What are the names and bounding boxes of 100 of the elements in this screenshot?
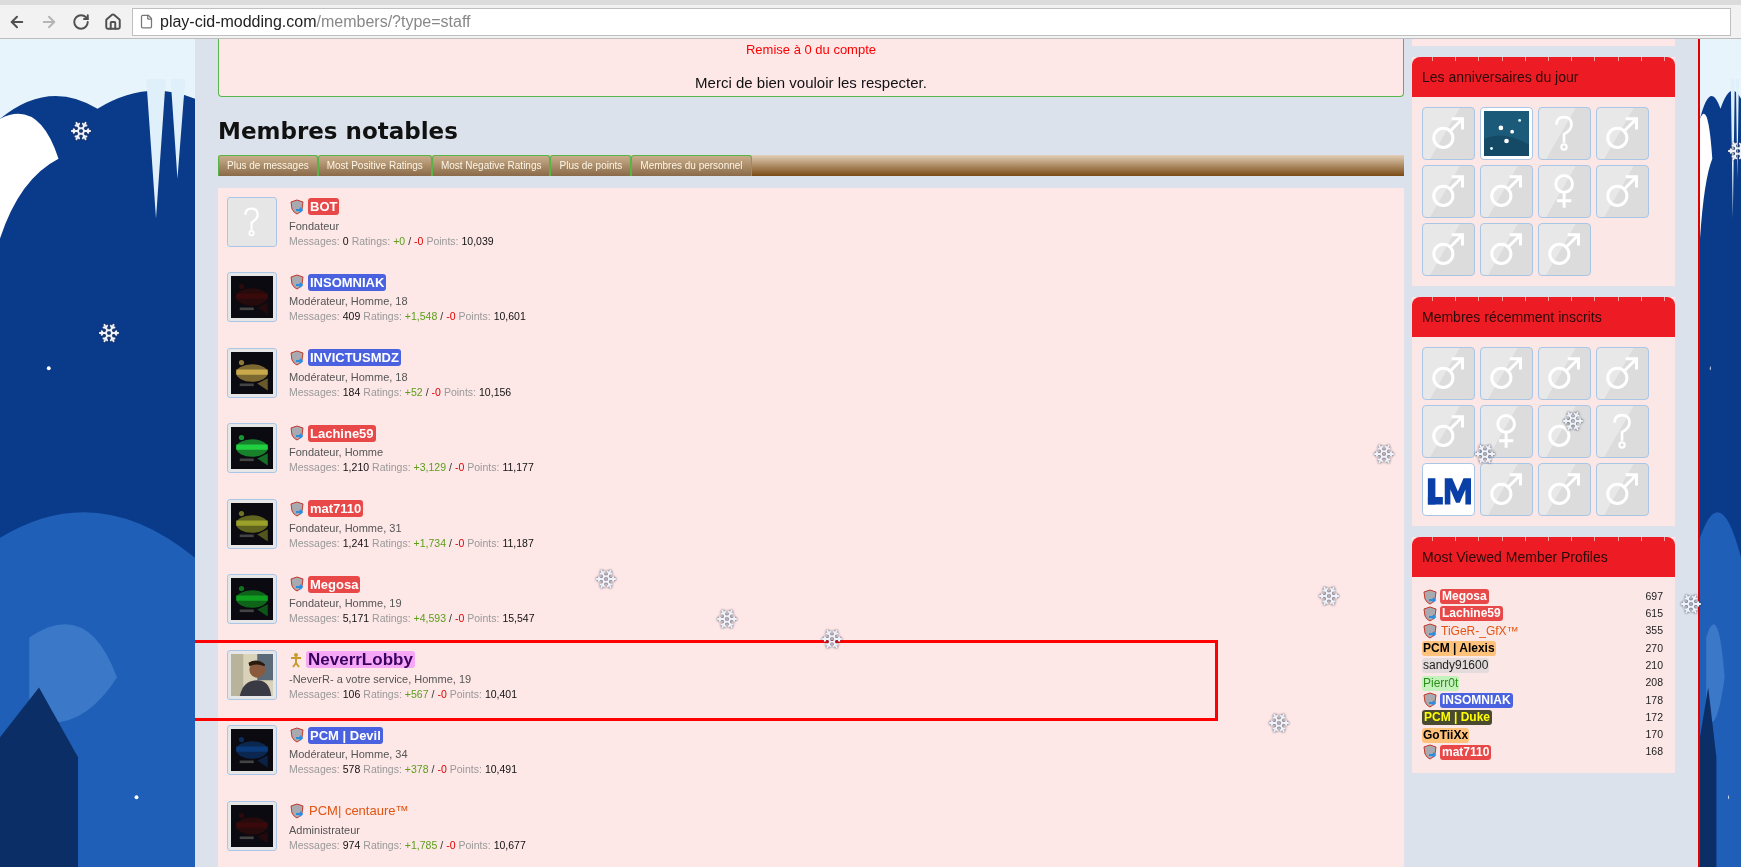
member-name-link[interactable]: Megosa [308, 575, 361, 593]
avatar-tile[interactable] [1596, 165, 1649, 218]
stat-label: Points: [458, 309, 491, 324]
stat-label: Points: [449, 686, 482, 702]
avatar-tile[interactable] [1538, 165, 1591, 218]
rating-separator: / [431, 762, 435, 777]
avatar-tile[interactable] [1480, 405, 1533, 458]
stat-label: Ratings: [363, 309, 402, 324]
member-name-link[interactable]: GoTiiXx [1422, 727, 1470, 743]
avatar-tile[interactable] [1422, 107, 1475, 160]
avatar-tile[interactable] [1422, 165, 1475, 218]
member-name-link[interactable]: PCM | Duke [1422, 710, 1493, 726]
member-avatar[interactable] [227, 649, 277, 700]
member-avatar[interactable] [227, 574, 277, 624]
shield-icon [289, 500, 305, 517]
rating-separator: / [425, 384, 429, 400]
avatar-tile[interactable] [1480, 223, 1533, 276]
member-name-link[interactable]: Pierr0t [1422, 675, 1460, 691]
negative-rating: -0 [446, 837, 456, 853]
negative-rating: -0 [431, 384, 441, 400]
member-name-link[interactable]: Megosa [1440, 589, 1489, 605]
tab[interactable]: Membres du personnel [631, 155, 752, 176]
view-count: 355 [1645, 623, 1664, 639]
stat-value: 10,677 [493, 837, 526, 853]
rating-separator: / [431, 686, 435, 702]
tab[interactable]: Plus de messages [218, 155, 318, 176]
avatar-tile[interactable] [1422, 463, 1475, 516]
shield-icon [1422, 692, 1438, 709]
rating-separator: / [440, 309, 444, 324]
member-avatar[interactable] [227, 498, 277, 549]
avatar-tile[interactable] [1538, 405, 1591, 458]
shield-icon [289, 802, 305, 819]
avatar-tile[interactable] [1596, 107, 1649, 160]
view-count: 210 [1645, 657, 1664, 673]
tab[interactable]: Most Positive Ratings [317, 155, 432, 176]
shield-icon [289, 727, 305, 743]
stat-label: Points: [449, 762, 482, 777]
snowflake-icon [1562, 410, 1584, 432]
stat-value: 15,547 [502, 611, 535, 626]
member-name-link[interactable]: PCM| centaure™ [308, 802, 410, 819]
avatar-tile[interactable] [1538, 463, 1591, 516]
member-name-link[interactable]: INVICTUSMDZ [308, 349, 401, 366]
member-avatar[interactable] [227, 800, 277, 851]
tab[interactable]: Most Negative Ratings [431, 155, 551, 176]
snowflake-icon [716, 608, 738, 630]
avatar-tile[interactable] [1596, 463, 1649, 516]
avatar-tile[interactable] [1596, 405, 1649, 458]
member-avatar[interactable] [227, 725, 277, 775]
tab[interactable]: Plus de points [550, 155, 632, 176]
member-title: Fondateur [289, 218, 341, 234]
stat-label: Ratings: [363, 384, 402, 400]
shield-icon [289, 198, 305, 215]
member-avatar[interactable] [227, 272, 277, 322]
positive-rating: +1,785 [404, 837, 438, 853]
member-name-link[interactable]: PCM | Alexis [1422, 641, 1496, 657]
avatar-tile[interactable] [1480, 463, 1533, 516]
stat-label: Messages: [289, 611, 340, 626]
positive-rating: +1,734 [413, 535, 446, 551]
member-avatar[interactable] [227, 423, 277, 473]
member-name-link[interactable]: NeverrLobby [306, 651, 415, 668]
stat-value: 578 [342, 762, 361, 777]
negative-rating: -0 [437, 686, 447, 702]
member-avatar[interactable] [227, 347, 277, 398]
shield-icon [289, 274, 305, 290]
avatar-tile[interactable] [1538, 347, 1591, 400]
member-name-link[interactable]: mat7110 [308, 500, 364, 517]
snowflake-icon [595, 568, 617, 590]
member-name-link[interactable]: INSOMNIAK [1440, 692, 1513, 708]
notice-text: Merci de bien vouloir les respecter. [695, 73, 927, 93]
member-name-link[interactable]: mat7110 [1440, 744, 1492, 760]
avatar-tile[interactable] [1422, 347, 1475, 400]
avatar-tile[interactable] [1538, 107, 1591, 160]
avatar-tile[interactable] [1480, 107, 1533, 160]
view-count: 208 [1645, 675, 1664, 691]
snowflake-icon [1680, 593, 1702, 615]
member-name-link[interactable]: BOT [308, 198, 340, 215]
member-name-link[interactable]: INSOMNIAK [308, 273, 387, 291]
avatar-tile[interactable] [1480, 347, 1533, 400]
panel-title: Les anniversaires du jour [1422, 67, 1579, 87]
member-name-link[interactable]: PCM | Devil [308, 726, 383, 744]
stat-label: Points: [426, 233, 459, 249]
member-title: Modérateur, Homme, 34 [289, 747, 409, 762]
avatar-tile[interactable] [1596, 347, 1649, 400]
avatar-tile[interactable] [1480, 165, 1533, 218]
address-bar[interactable]: play-cid-modding.com/members/?type=staff [132, 7, 1731, 36]
stat-value: 10,401 [484, 686, 517, 702]
negative-rating: -0 [437, 762, 447, 777]
avatar-tile[interactable] [1422, 223, 1475, 276]
stat-label: Points: [443, 384, 477, 400]
stat-label: Messages: [289, 309, 340, 324]
stat-value: 409 [342, 309, 361, 324]
member-name-link[interactable]: Lachine59 [1440, 606, 1503, 622]
member-name-link[interactable]: Lachine59 [308, 424, 376, 442]
shield-icon [1422, 588, 1438, 605]
avatar-tile[interactable] [1422, 405, 1475, 458]
stat-label: Points: [458, 837, 491, 853]
snowflake-icon [821, 628, 843, 650]
avatar-tile[interactable] [1538, 223, 1591, 276]
member-name-link[interactable]: sandy91600 [1422, 658, 1490, 674]
member-name-link[interactable]: TiGeR-_GfX™ [1440, 623, 1520, 639]
